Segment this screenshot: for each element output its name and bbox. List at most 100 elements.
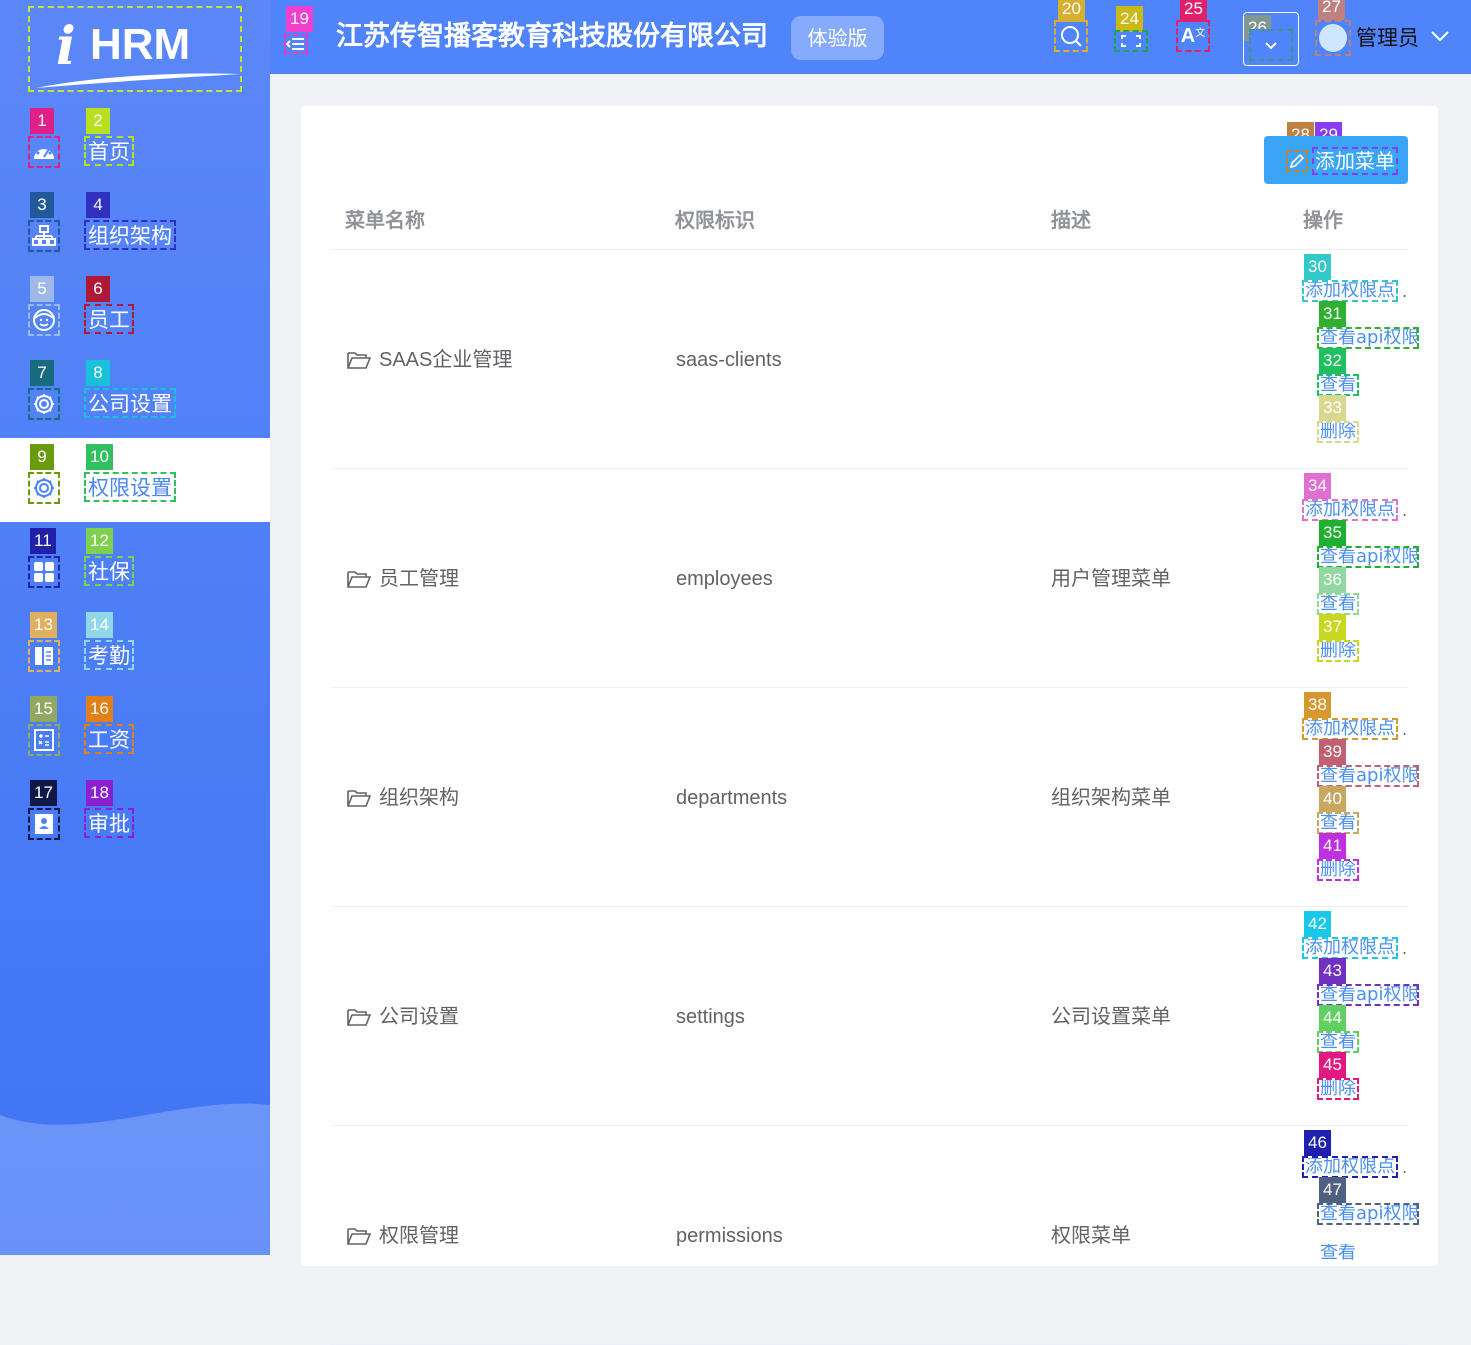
add-permission-point-link[interactable]: 添加权限点: [1302, 499, 1398, 521]
fullscreen-icon[interactable]: [1114, 30, 1148, 52]
permission-code-cell: permissions: [676, 1225, 783, 1247]
column-header: 权限标识: [675, 208, 755, 232]
delete-link[interactable]: 删除: [1317, 640, 1359, 662]
theme-picker[interactable]: 26: [1243, 12, 1299, 66]
view-api-permission-link[interactable]: 查看api权限: [1317, 546, 1419, 568]
add-menu-button[interactable]: 添加菜单: [1264, 136, 1408, 184]
sidebar-item[interactable]: 11 12 社保: [0, 522, 270, 606]
menu-name-cell: 员工管理: [347, 565, 459, 593]
delete-link[interactable]: 删除: [1317, 1078, 1359, 1100]
overflow-dots: .: [1402, 1158, 1408, 1177]
element-badge: 13: [30, 612, 57, 638]
view-api-permission-link[interactable]: 查看api权限: [1317, 1203, 1419, 1225]
sidebar-item[interactable]: 15 16 工资: [0, 690, 270, 774]
description-cell: 组织架构菜单: [1051, 787, 1171, 809]
add-permission-point-link[interactable]: 添加权限点: [1302, 280, 1398, 302]
gear-icon: [28, 472, 60, 504]
app-logo[interactable]: i HRM: [28, 6, 242, 92]
element-badge: 46: [1304, 1130, 1331, 1156]
element-badge: 9: [30, 444, 54, 470]
calculator-icon: [28, 724, 60, 756]
logo-text: HRM: [90, 20, 191, 69]
menu-name: 员工管理: [379, 568, 459, 590]
user-name[interactable]: 管理员: [1356, 22, 1419, 54]
delete-link[interactable]: 删除: [1317, 421, 1359, 443]
view-link[interactable]: 查看: [1317, 1031, 1359, 1053]
element-badge: 19: [286, 6, 313, 32]
element-badge: 4: [86, 192, 110, 218]
sidebar-item[interactable]: 1 2 首页: [0, 102, 270, 186]
sidebar-item[interactable]: 17 18 审批: [0, 774, 270, 858]
folder-open-icon: [347, 1009, 371, 1026]
org-chart-icon: [28, 220, 60, 252]
sidebar-item-label: 社保: [84, 556, 134, 586]
view-api-permission-link[interactable]: 查看api权限: [1317, 984, 1419, 1006]
element-badge: 15: [30, 696, 57, 722]
element-badge: 39: [1319, 739, 1346, 765]
book-icon: [28, 640, 60, 672]
menu-name-cell: 公司设置: [347, 1003, 459, 1031]
menu-name-cell: 权限管理: [347, 1222, 459, 1250]
sidebar-item-label: 公司设置: [84, 388, 176, 418]
element-badge: 35: [1319, 520, 1346, 546]
add-permission-point-link[interactable]: 添加权限点: [1302, 1156, 1398, 1178]
sidebar-item[interactable]: 3 4 组织架构: [0, 186, 270, 270]
sidebar-item[interactable]: 9 10 权限设置: [0, 438, 270, 522]
sidebar-item-label: 权限设置: [84, 472, 176, 502]
add-permission-point-link[interactable]: 添加权限点: [1302, 718, 1398, 740]
hamburger-menu-icon[interactable]: [284, 34, 308, 54]
element-badge: 25: [1180, 0, 1207, 22]
element-badge: 30: [1304, 254, 1331, 280]
sidebar-item-label: 工资: [84, 724, 134, 754]
chevron-down-icon[interactable]: [1430, 28, 1450, 44]
permission-code-cell: departments: [676, 787, 788, 809]
element-badge: 1: [30, 108, 54, 134]
view-link[interactable]: 查看: [1317, 593, 1359, 615]
menu-name: 公司设置: [379, 1006, 459, 1028]
element-badge: 37: [1319, 614, 1346, 640]
table-row: SAAS企业管理 saas-clients 30 添加权限点. 31 查看api权限 32 查…: [331, 250, 1419, 469]
edition-badge[interactable]: 体验版: [791, 16, 884, 60]
table-row: 组织架构 departments 组织架构菜单 38 添加权限点. 39 查看api权限 40…: [331, 688, 1419, 907]
contact-card-icon: [28, 808, 60, 840]
view-api-permission-link[interactable]: 查看api权限: [1317, 765, 1419, 787]
view-link[interactable]: 查看: [1317, 812, 1359, 834]
sidebar-item[interactable]: 5 6 员工: [0, 270, 270, 354]
element-badge: 7: [30, 360, 54, 386]
view-api-permission-link[interactable]: 查看api权限: [1317, 327, 1419, 349]
view-link[interactable]: 查看: [1317, 374, 1359, 396]
search-icon[interactable]: [1054, 20, 1088, 52]
logo-letter: i: [56, 16, 76, 77]
element-badge: 41: [1319, 833, 1346, 859]
element-badge: 2: [86, 108, 110, 134]
element-badge: 10: [86, 444, 113, 470]
menu-name: 组织架构: [379, 787, 459, 809]
description-cell: 公司设置菜单: [1051, 1006, 1171, 1028]
table-row: 员工管理 employees 用户管理菜单 34 添加权限点. 35 查看api权限 36 查看…: [331, 469, 1419, 688]
element-badge: 27: [1318, 0, 1345, 20]
avatar[interactable]: [1315, 20, 1351, 56]
sidebar-item[interactable]: 13 14 考勤: [0, 606, 270, 690]
overflow-dots: .: [1402, 720, 1408, 739]
element-badge: 24: [1116, 6, 1143, 32]
element-badge: 6: [86, 276, 110, 302]
description-cell: 用户管理菜单: [1051, 568, 1171, 590]
folder-open-icon: [347, 790, 371, 807]
element-badge: 43: [1319, 958, 1346, 984]
view-link[interactable]: 查看: [1317, 1242, 1359, 1264]
translate-icon[interactable]: A文: [1176, 20, 1210, 52]
menu-name: SAAS企业管理: [379, 349, 513, 371]
permission-code-cell: saas-clients: [676, 349, 782, 371]
column-header: 描述: [1051, 208, 1091, 232]
sidebar-item-label: 考勤: [84, 640, 134, 670]
element-badge: 16: [86, 696, 113, 722]
table-row: 公司设置 settings 公司设置菜单 42 添加权限点. 43 查看api权限 44 查看 4…: [331, 907, 1419, 1126]
element-badge: 34: [1304, 473, 1331, 499]
sidebar-item-label: 组织架构: [84, 220, 176, 250]
add-permission-point-link[interactable]: 添加权限点: [1302, 937, 1398, 959]
delete-link[interactable]: 删除: [1317, 859, 1359, 881]
grid-apps-icon: [28, 556, 60, 588]
menu-table-card: 28 29 添加菜单 菜单名称 权限标识 描述 操作 SAAS企业管理 saas-…: [301, 106, 1438, 1345]
sidebar-item[interactable]: 7 8 公司设置: [0, 354, 270, 438]
element-badge: 47: [1319, 1177, 1346, 1203]
